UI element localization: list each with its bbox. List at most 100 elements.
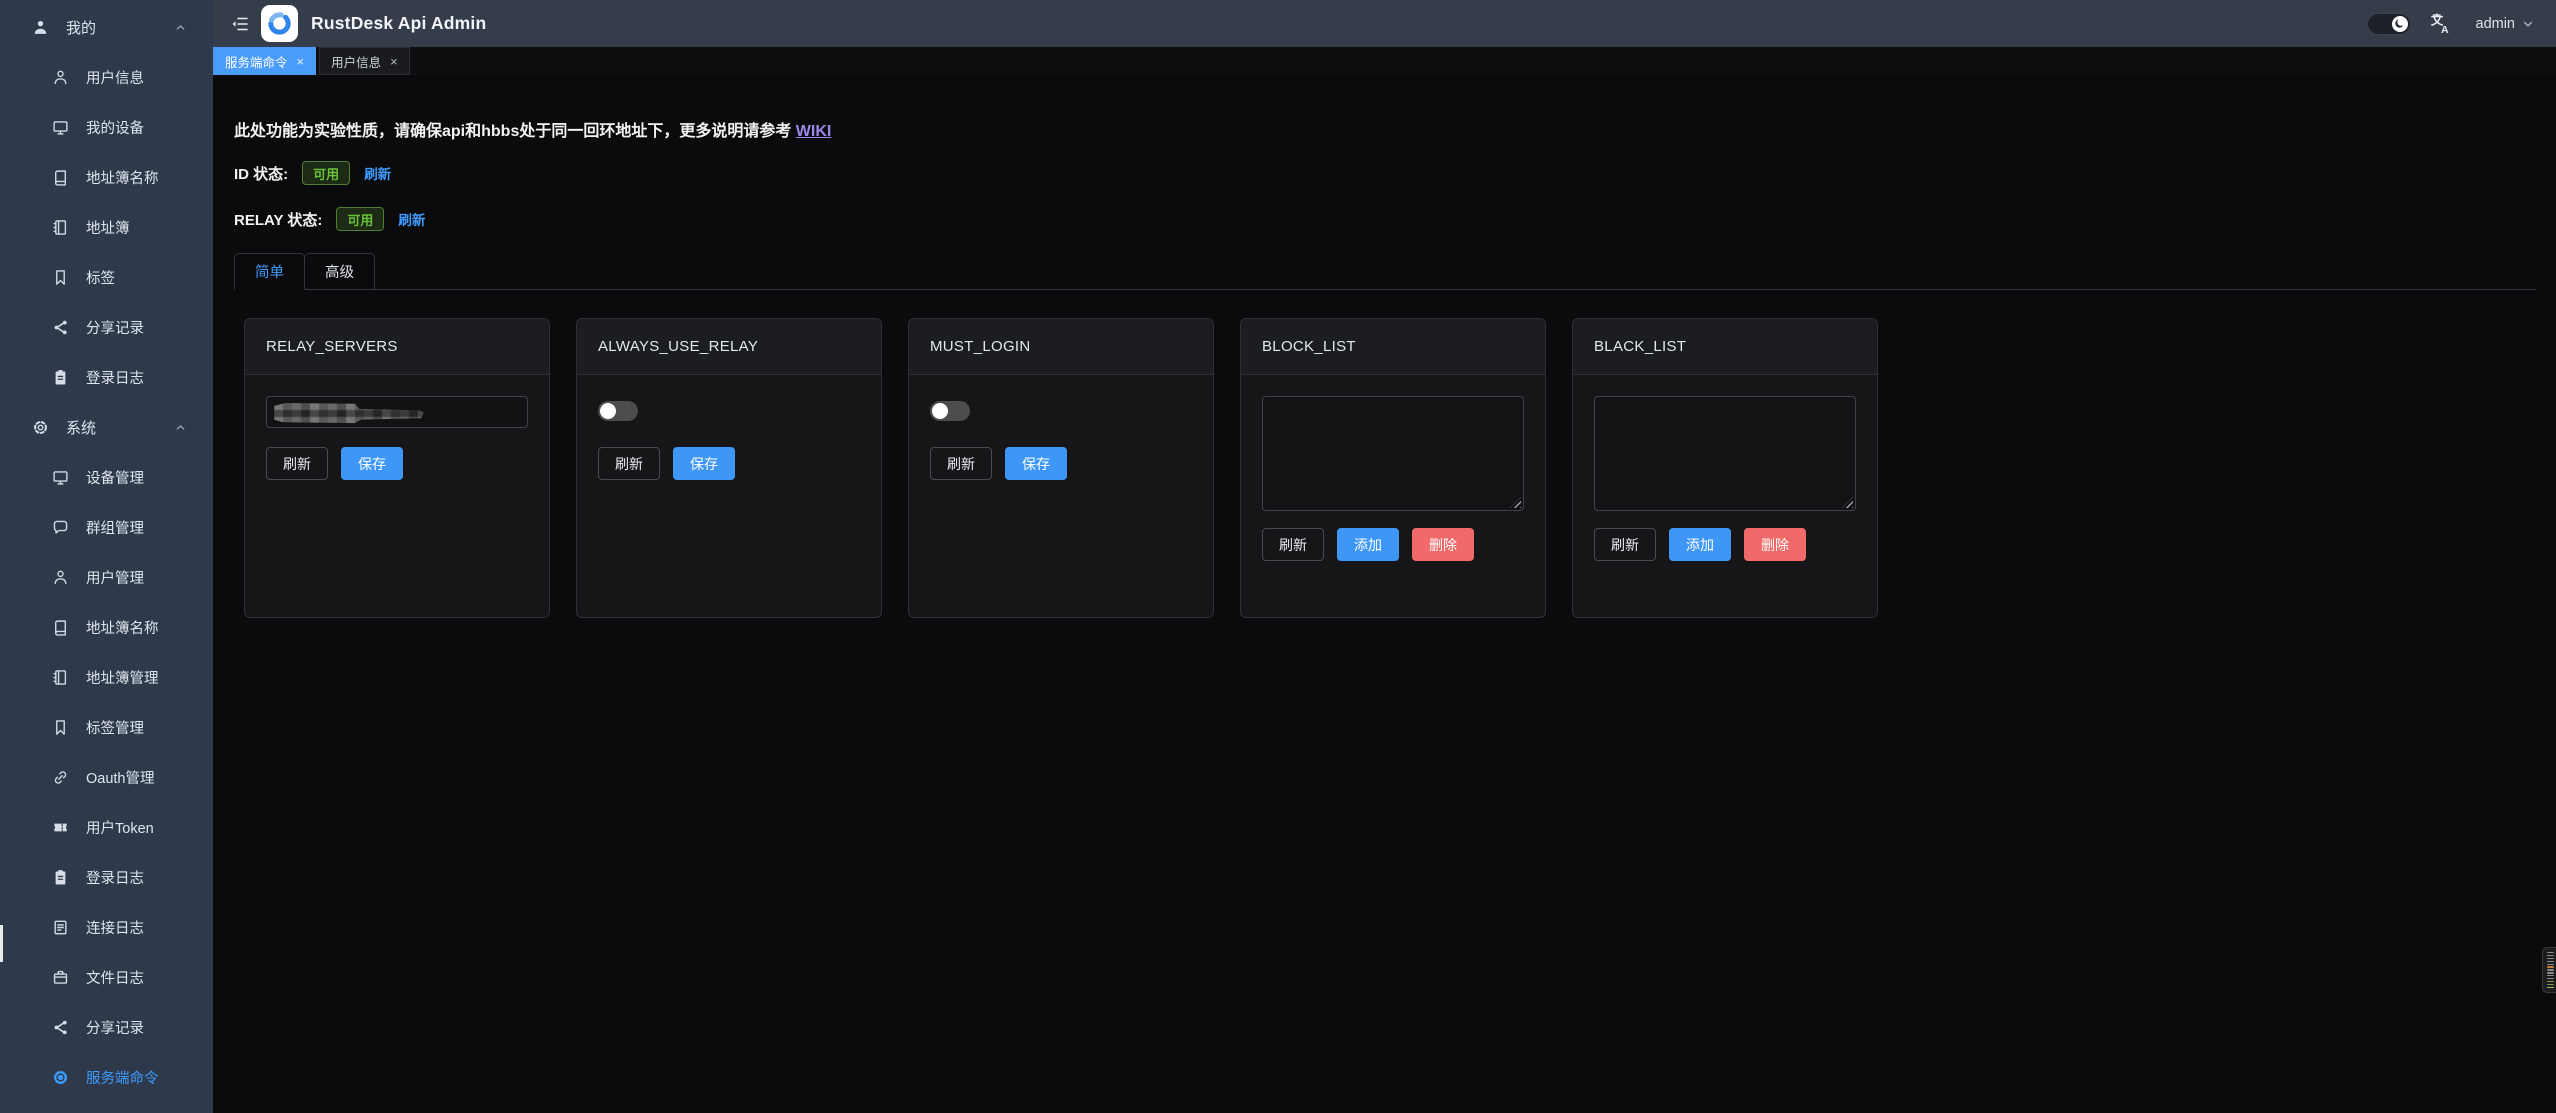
sidebar-item-label: 地址簿名称 <box>86 617 159 638</box>
redacted-value <box>274 402 424 424</box>
sidebar-item-addressbook-names[interactable]: 地址簿名称 <box>0 152 213 202</box>
refresh-button[interactable]: 刷新 <box>930 447 992 480</box>
sidebar-item-login-logs-admin[interactable]: 登录日志 <box>0 852 213 902</box>
sidebar-item-label: 分享记录 <box>86 317 144 338</box>
briefcase-icon <box>52 969 69 986</box>
svg-text:A: A <box>2440 24 2448 35</box>
clipboard-icon <box>52 869 69 886</box>
sidebar-item-connection-logs[interactable]: 连接日志 <box>0 902 213 952</box>
left-edge-notch <box>0 925 3 962</box>
chat-bubble-icon <box>52 519 69 536</box>
sidebar-item-label: 地址簿名称 <box>86 167 159 188</box>
sidebar-item-user-token[interactable]: 用户Token <box>0 802 213 852</box>
id-status-label: ID 状态: <box>234 163 288 184</box>
delete-button[interactable]: 删除 <box>1412 528 1474 561</box>
refresh-button[interactable]: 刷新 <box>1594 528 1656 561</box>
sidebar-item-label: Oauth管理 <box>86 767 155 788</box>
sidebar-item-group-mgmt[interactable]: 群组管理 <box>0 502 213 552</box>
sidebar-item-share-records-admin[interactable]: 分享记录 <box>0 1002 213 1052</box>
close-icon[interactable]: × <box>297 55 305 68</box>
sidebar-item-server-commands[interactable]: 服务端命令 <box>0 1052 213 1102</box>
tab-advanced[interactable]: 高级 <box>304 253 375 289</box>
save-button[interactable]: 保存 <box>341 447 403 480</box>
save-button[interactable]: 保存 <box>673 447 735 480</box>
sidebar-item-label: 分享记录 <box>86 1017 144 1038</box>
book-icon <box>52 619 69 636</box>
sidebar-item-label: 文件日志 <box>86 967 144 988</box>
sidebar-item-device-mgmt[interactable]: 设备管理 <box>0 452 213 502</box>
save-button[interactable]: 保存 <box>1005 447 1067 480</box>
topbar-right-group: 文A admin <box>2367 12 2535 35</box>
sidebar-section-label: 我的 <box>66 17 96 38</box>
sidebar-item-my-devices[interactable]: 我的设备 <box>0 102 213 152</box>
relay-status-row: RELAY 状态: 可用 刷新 <box>234 206 2536 232</box>
sidebar-item-label: 标签 <box>86 267 115 288</box>
must-login-toggle[interactable] <box>930 401 970 421</box>
add-button[interactable]: 添加 <box>1669 528 1731 561</box>
id-status-badge: 可用 <box>302 161 350 185</box>
black-list-textarea[interactable] <box>1594 396 1856 511</box>
sidebar-section-system[interactable]: 系统 <box>0 402 213 452</box>
tab-user-info[interactable]: 用户信息 × <box>319 47 410 75</box>
refresh-button[interactable]: 刷新 <box>1262 528 1324 561</box>
clipboard-icon <box>52 369 69 386</box>
sidebar-item-label: 设备管理 <box>86 467 144 488</box>
relay-status-label: RELAY 状态: <box>234 209 322 230</box>
card-relay-servers: RELAY_SERVERS 刷新 保存 <box>244 318 550 618</box>
person-icon <box>52 69 69 86</box>
sidebar-item-user-info[interactable]: 用户信息 <box>0 52 213 102</box>
username: admin <box>2476 16 2516 32</box>
wiki-link[interactable]: WIKI <box>796 123 832 140</box>
sidebar-item-login-logs[interactable]: 登录日志 <box>0 352 213 402</box>
refresh-button[interactable]: 刷新 <box>266 447 328 480</box>
user-dropdown[interactable]: admin <box>2476 16 2535 32</box>
sidebar-item-label: 用户信息 <box>86 67 144 88</box>
add-button[interactable]: 添加 <box>1337 528 1399 561</box>
tab-server-commands[interactable]: 服务端命令 × <box>213 47 316 75</box>
tab-simple[interactable]: 简单 <box>234 253 305 290</box>
sidebar-item-tags[interactable]: 标签 <box>0 252 213 302</box>
chevron-up-icon <box>174 421 187 434</box>
ticket-icon <box>52 819 69 836</box>
refresh-button[interactable]: 刷新 <box>598 447 660 480</box>
relay-refresh-link[interactable]: 刷新 <box>398 209 425 229</box>
card-black-list: BLACK_LIST 刷新 添加 删除 <box>1572 318 1878 618</box>
id-status-row: ID 状态: 可用 刷新 <box>234 160 2536 186</box>
sidebar-item-label: 我的设备 <box>86 117 144 138</box>
sidebar-section-label: 系统 <box>66 417 96 438</box>
sidebar-item-label: 连接日志 <box>86 917 144 938</box>
sidebar-item-user-mgmt[interactable]: 用户管理 <box>0 552 213 602</box>
relay-servers-input[interactable] <box>266 396 528 428</box>
sidebar-item-file-logs[interactable]: 文件日志 <box>0 952 213 1002</box>
sidebar-item-share-records[interactable]: 分享记录 <box>0 302 213 352</box>
sidebar-item-label: 用户管理 <box>86 567 144 588</box>
sidebar-section-mine[interactable]: 我的 <box>0 2 213 52</box>
close-icon[interactable]: × <box>390 55 398 68</box>
sidebar-item-addressbook[interactable]: 地址簿 <box>0 202 213 252</box>
card-must-login: MUST_LOGIN 刷新 保存 <box>908 318 1214 618</box>
language-translate-icon[interactable]: 文A <box>2429 12 2452 35</box>
sidebar-item-label: 用户Token <box>86 817 154 838</box>
delete-button[interactable]: 删除 <box>1744 528 1806 561</box>
experimental-notice: 此处功能为实验性质，请确保api和hbbs处于同一回环地址下，更多说明请参考 W… <box>234 117 2536 141</box>
sidebar-item-addressbook-names-admin[interactable]: 地址簿名称 <box>0 602 213 652</box>
always-use-relay-toggle[interactable] <box>598 401 638 421</box>
open-tabs-bar: 服务端命令 × 用户信息 × <box>213 47 2556 75</box>
share-icon <box>52 319 69 336</box>
sidebar-item-oauth-mgmt[interactable]: Oauth管理 <box>0 752 213 802</box>
dark-mode-toggle[interactable] <box>2367 13 2411 35</box>
tab-label: 服务端命令 <box>225 52 288 71</box>
sidebar-item-label: 地址簿 <box>86 217 130 238</box>
book-icon <box>52 169 69 186</box>
main-content: 此处功能为实验性质，请确保api和hbbs处于同一回环地址下，更多说明请参考 W… <box>213 75 2556 1113</box>
card-title: BLACK_LIST <box>1573 319 1877 375</box>
id-refresh-link[interactable]: 刷新 <box>364 163 391 183</box>
block-list-textarea[interactable] <box>1262 396 1524 511</box>
sidebar-fold-icon[interactable] <box>230 14 250 34</box>
right-edge-panel-handle[interactable] <box>2542 947 2556 993</box>
card-title: MUST_LOGIN <box>909 319 1213 375</box>
sidebar-item-addressbook-mgmt[interactable]: 地址簿管理 <box>0 652 213 702</box>
relay-status-badge: 可用 <box>336 207 384 231</box>
bookmark-icon <box>52 269 69 286</box>
sidebar-item-tag-mgmt[interactable]: 标签管理 <box>0 702 213 752</box>
